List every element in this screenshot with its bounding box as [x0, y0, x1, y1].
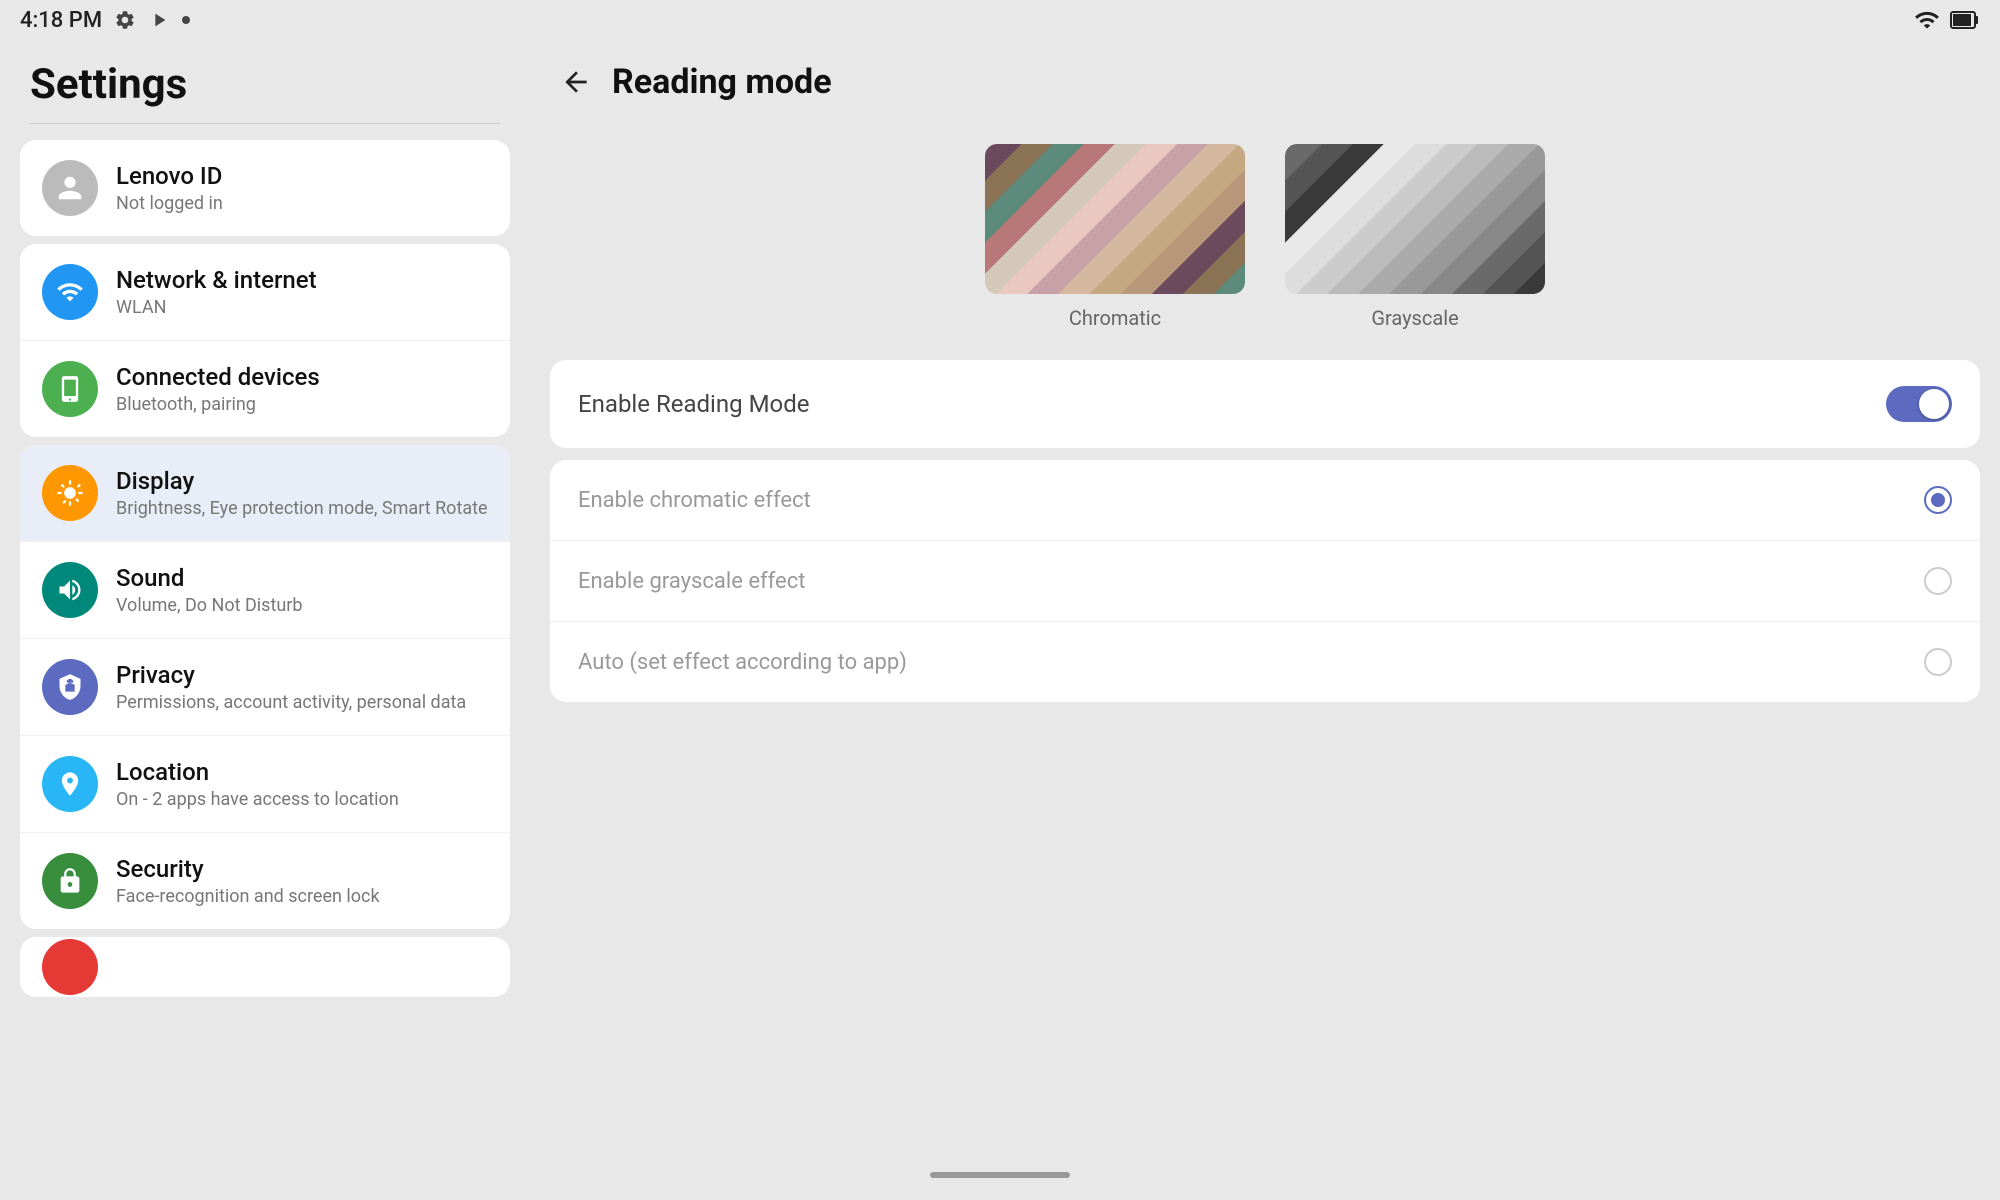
back-button[interactable]	[560, 66, 592, 98]
connected-devices-text: Connected devices Bluetooth, pairing	[116, 363, 320, 415]
grayscale-label: Grayscale	[1371, 306, 1458, 330]
reading-mode-toggle[interactable]	[1886, 386, 1952, 422]
settings-item-network[interactable]: Network & internet WLAN	[20, 244, 510, 341]
enable-reading-label: Enable Reading Mode	[578, 390, 809, 418]
security-label: Security	[116, 855, 380, 883]
privacy-sublabel: Permissions, account activity, personal …	[116, 692, 466, 713]
status-bar-left: 4:18 PM	[20, 8, 190, 33]
display-icon	[42, 465, 98, 521]
chromatic-effect-row[interactable]: Enable chromatic effect	[550, 460, 1980, 541]
partial-icon	[42, 939, 98, 995]
main-content: Settings Lenovo ID Not logged in	[0, 40, 2000, 1150]
partial-item-inner	[20, 937, 510, 997]
chromatic-stripes	[985, 144, 1245, 294]
display-sublabel: Brightness, Eye protection mode, Smart R…	[116, 498, 488, 519]
toggle-knob	[1919, 389, 1949, 419]
wifi-icon	[1914, 7, 1940, 33]
settings-item-connected-devices[interactable]: Connected devices Bluetooth, pairing	[20, 341, 510, 437]
reading-mode-header: Reading mode	[530, 40, 2000, 124]
location-icon	[42, 756, 98, 812]
color-previews: Chromatic Grayscale	[530, 124, 2000, 360]
network-icon	[42, 264, 98, 320]
grayscale-preview-item[interactable]: Grayscale	[1285, 144, 1545, 330]
settings-item-location[interactable]: Location On - 2 apps have access to loca…	[20, 736, 510, 833]
enable-reading-mode-card: Enable Reading Mode	[550, 360, 1980, 448]
network-label: Network & internet	[116, 266, 317, 294]
security-sublabel: Face-recognition and screen lock	[116, 886, 380, 907]
settings-item-lenovo-id[interactable]: Lenovo ID Not logged in	[20, 140, 510, 236]
privacy-label: Privacy	[116, 661, 466, 689]
reading-mode-title: Reading mode	[612, 62, 832, 102]
grayscale-preview-box	[1285, 144, 1545, 294]
grayscale-effect-label: Enable grayscale effect	[578, 569, 805, 594]
sound-text: Sound Volume, Do Not Disturb	[116, 564, 302, 616]
auto-effect-row[interactable]: Auto (set effect according to app)	[550, 622, 1980, 702]
status-bar: 4:18 PM	[0, 0, 2000, 40]
bottom-bar	[0, 1150, 2000, 1200]
privacy-icon	[42, 659, 98, 715]
auto-radio[interactable]	[1924, 648, 1952, 676]
sound-label: Sound	[116, 564, 302, 592]
lenovo-id-text: Lenovo ID Not logged in	[116, 162, 223, 214]
effect-options-card: Enable chromatic effect Enable grayscale…	[550, 460, 1980, 702]
chromatic-effect-label: Enable chromatic effect	[578, 488, 811, 513]
settings-panel: Settings Lenovo ID Not logged in	[0, 40, 530, 1150]
location-sublabel: On - 2 apps have access to location	[116, 789, 399, 810]
display-label: Display	[116, 467, 488, 495]
lenovo-id-card: Lenovo ID Not logged in	[20, 140, 510, 236]
connected-devices-sublabel: Bluetooth, pairing	[116, 394, 320, 415]
display-group-card: Display Brightness, Eye protection mode,…	[20, 445, 510, 929]
status-bar-right	[1914, 7, 1980, 33]
grayscale-effect-row[interactable]: Enable grayscale effect	[550, 541, 1980, 622]
connected-devices-icon	[42, 361, 98, 417]
lenovo-id-label: Lenovo ID	[116, 162, 223, 190]
chromatic-preview-item[interactable]: Chromatic	[985, 144, 1245, 330]
reading-mode-panel: Reading mode Chromatic Grayscale Enable …	[530, 40, 2000, 1150]
grayscale-stripes	[1285, 144, 1545, 294]
sound-icon	[42, 562, 98, 618]
lenovo-id-sublabel: Not logged in	[116, 193, 223, 214]
security-text: Security Face-recognition and screen loc…	[116, 855, 380, 907]
location-label: Location	[116, 758, 399, 786]
sound-sublabel: Volume, Do Not Disturb	[116, 595, 302, 616]
auto-effect-label: Auto (set effect according to app)	[578, 650, 907, 675]
location-text: Location On - 2 apps have access to loca…	[116, 758, 399, 810]
connected-devices-label: Connected devices	[116, 363, 320, 391]
chromatic-preview-box	[985, 144, 1245, 294]
chromatic-label: Chromatic	[1069, 306, 1161, 330]
battery-icon	[1950, 9, 1980, 31]
settings-item-sound[interactable]: Sound Volume, Do Not Disturb	[20, 542, 510, 639]
chromatic-radio[interactable]	[1924, 486, 1952, 514]
play-icon	[148, 9, 170, 31]
settings-title: Settings	[20, 50, 510, 115]
network-sublabel: WLAN	[116, 297, 317, 318]
settings-item-security[interactable]: Security Face-recognition and screen loc…	[20, 833, 510, 929]
grayscale-radio[interactable]	[1924, 567, 1952, 595]
settings-icon	[114, 9, 136, 31]
notification-dot	[182, 16, 190, 24]
network-text: Network & internet WLAN	[116, 266, 317, 318]
lenovo-id-icon	[42, 160, 98, 216]
settings-item-privacy[interactable]: Privacy Permissions, account activity, p…	[20, 639, 510, 736]
privacy-text: Privacy Permissions, account activity, p…	[116, 661, 466, 713]
display-text: Display Brightness, Eye protection mode,…	[116, 467, 488, 519]
home-indicator[interactable]	[930, 1172, 1070, 1178]
partial-settings-card	[20, 937, 510, 997]
security-icon	[42, 853, 98, 909]
network-card: Network & internet WLAN Connected device…	[20, 244, 510, 437]
time-display: 4:18 PM	[20, 8, 102, 33]
settings-item-display[interactable]: Display Brightness, Eye protection mode,…	[20, 445, 510, 542]
settings-divider	[30, 123, 500, 124]
enable-reading-row: Enable Reading Mode	[550, 360, 1980, 448]
